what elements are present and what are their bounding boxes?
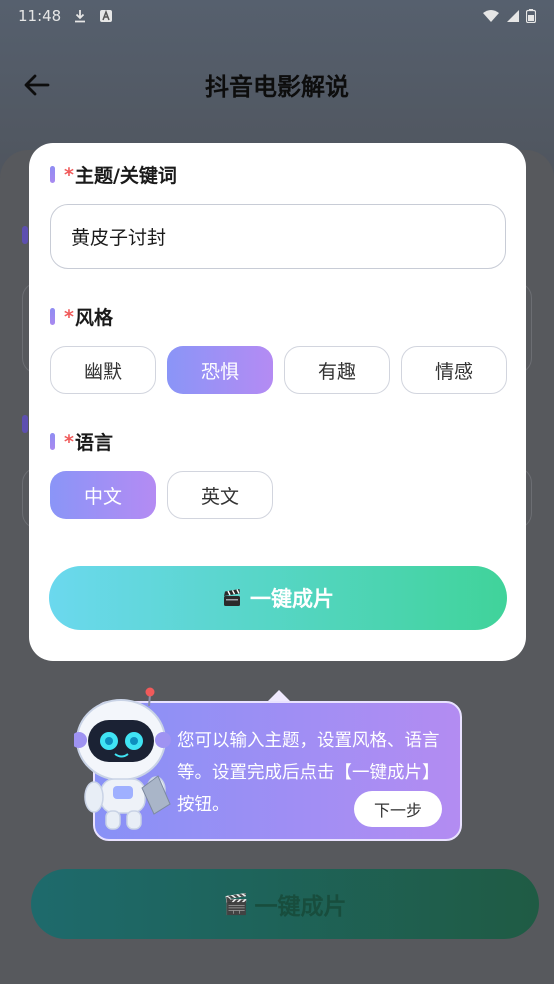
label-accent-bar: [50, 433, 55, 450]
background-generate-button: 🎬 一键成片: [31, 869, 539, 939]
clapperboard-icon: 🎬: [223, 892, 249, 916]
label-accent-bar: [50, 308, 55, 325]
status-bar: 11:48: [0, 0, 554, 32]
language-label-text: 语言: [74, 432, 113, 454]
background-generate-label: 一键成片: [254, 894, 347, 920]
style-chip-emotion[interactable]: 情感: [401, 346, 507, 394]
top-app-bar: 抖音电影解说: [0, 52, 554, 116]
label-accent-bar: [50, 166, 55, 183]
create-video-dialog: * 主题/关键词 * 风格 幽默 恐惧 有趣 情感 * 语言 中文 英文 一键成…: [29, 143, 526, 661]
bg-section-mark: [22, 415, 28, 433]
signal-icon: [507, 10, 519, 22]
clapperboard-icon: [224, 589, 240, 606]
next-step-button[interactable]: 下一步: [354, 791, 442, 827]
style-chip-fear[interactable]: 恐惧: [167, 346, 273, 394]
style-label: * 风格: [50, 303, 113, 330]
required-asterisk: *: [64, 163, 74, 186]
language-label: * 语言: [50, 428, 113, 455]
required-asterisk: *: [64, 430, 74, 453]
wifi-icon: [483, 10, 499, 22]
topic-input[interactable]: [50, 204, 506, 269]
robot-mascot-icon: [74, 687, 171, 830]
style-chip-humor[interactable]: 幽默: [50, 346, 156, 394]
required-asterisk: *: [64, 305, 74, 328]
back-arrow-icon[interactable]: [22, 70, 52, 100]
notification-a-icon: [100, 9, 113, 22]
topic-label: * 主题/关键词: [50, 161, 177, 188]
generate-video-button[interactable]: 一键成片: [49, 566, 507, 630]
language-chip-chinese[interactable]: 中文: [50, 471, 156, 519]
generate-video-label: 一键成片: [250, 587, 334, 611]
battery-icon: [526, 9, 536, 23]
topic-label-text: 主题/关键词: [74, 165, 177, 187]
style-chip-fun[interactable]: 有趣: [284, 346, 390, 394]
language-chip-english[interactable]: 英文: [167, 471, 273, 519]
bg-section-mark: [22, 226, 28, 244]
style-label-text: 风格: [74, 307, 113, 329]
status-time: 11:48: [18, 7, 62, 25]
page-title: 抖音电影解说: [205, 72, 349, 101]
download-icon: [75, 10, 86, 23]
